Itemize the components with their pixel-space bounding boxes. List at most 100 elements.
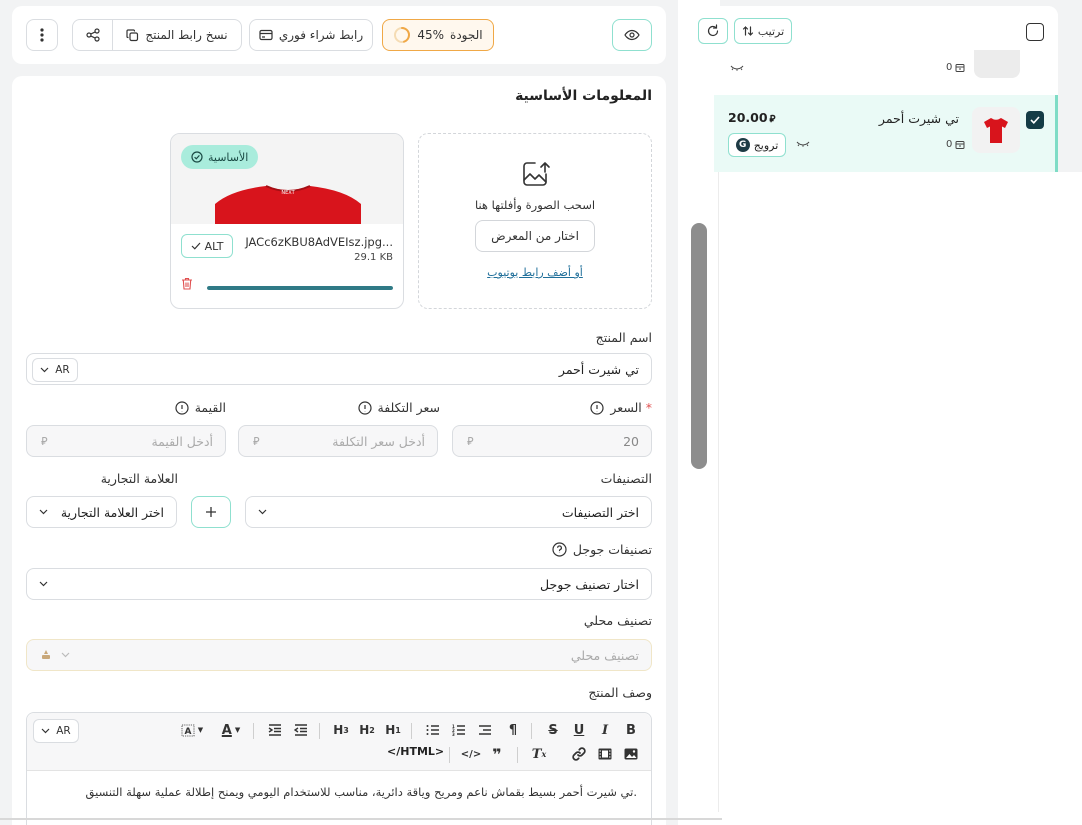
brand-select[interactable]: اختر العلامة التجارية: [26, 496, 177, 528]
stock-count: 0: [946, 62, 965, 73]
help-icon[interactable]: [552, 542, 567, 557]
product-list-panel: ترتيب 0 تي شيرت أحمر 20.00 ⃁ 0 G ترويج: [686, 6, 1058, 172]
svg-text:NEXT: NEXT: [281, 190, 295, 196]
alt-text-button[interactable]: ALT: [181, 234, 233, 258]
bullet-list-icon[interactable]: [423, 721, 443, 739]
delete-image-icon[interactable]: [181, 277, 193, 290]
basic-info-card: المعلومات الأساسية اسحب الصورة وأفلتها ه…: [12, 76, 666, 825]
google-icon: G: [735, 138, 750, 152]
link-icon[interactable]: [569, 745, 589, 763]
heading-1-button[interactable]: H1: [383, 721, 403, 739]
image-dropzone[interactable]: اسحب الصورة وأفلتها هنا اختار من المعرض …: [418, 133, 652, 309]
brand-label: العلامة التجارية: [100, 471, 178, 486]
sort-button[interactable]: ترتيب: [734, 18, 792, 44]
check-icon: [191, 242, 201, 250]
more-options-button[interactable]: [26, 19, 58, 51]
highlight-color-button[interactable]: A ▼: [177, 721, 207, 739]
worth-placeholder: أدخل القيمة: [151, 433, 213, 449]
currency-icon: ⃁: [41, 435, 48, 448]
alt-label: ALT: [204, 239, 224, 253]
cost-price-label: سعر التكلفة: [357, 400, 440, 415]
heading-3-button[interactable]: H3: [331, 721, 351, 739]
text-color-button[interactable]: A ▼: [217, 721, 245, 739]
price-value: 20: [623, 433, 639, 449]
heading-2-button[interactable]: H2: [357, 721, 377, 739]
worth-label: القيمة: [175, 400, 226, 415]
lang-label: AR: [56, 725, 71, 737]
more-vertical-icon: [40, 28, 44, 42]
copy-product-link-button[interactable]: نسخ رابط المنتج: [113, 20, 241, 50]
add-category-button[interactable]: [191, 496, 231, 528]
sort-arrows-icon: [742, 25, 754, 37]
list-empty-area: [720, 172, 1082, 825]
quote-icon[interactable]: ❞: [487, 745, 507, 764]
add-youtube-link[interactable]: أو أضف رابط يوتيوب: [419, 266, 651, 279]
cost-price-placeholder: أدخل سعر التكلفة: [332, 433, 425, 449]
strikethrough-button[interactable]: S: [543, 721, 563, 739]
select-all-checkbox[interactable]: [1026, 23, 1044, 41]
product-editor: نسخ رابط المنتج رابط شراء فوري 45% الجود…: [0, 0, 678, 825]
currency-icon: ⃁: [769, 114, 776, 125]
product-name-input[interactable]: AR تي شيرت أحمر: [26, 353, 652, 385]
count-value: 0: [946, 139, 953, 150]
description-lang-select[interactable]: AR: [33, 719, 79, 743]
outdent-icon[interactable]: [291, 721, 311, 739]
quality-ring-icon: [393, 26, 411, 44]
indent-icon[interactable]: [265, 721, 285, 739]
main-badge-label: الأساسية: [208, 150, 249, 164]
refresh-button[interactable]: [698, 18, 728, 44]
product-name-lang-select[interactable]: AR: [32, 358, 78, 382]
info-icon[interactable]: [357, 400, 372, 415]
worth-input[interactable]: ⃁ أدخل القيمة: [26, 425, 226, 457]
box-icon: [955, 63, 965, 73]
rtl-paragraph-icon[interactable]: ¶: [503, 721, 523, 739]
code-icon[interactable]: </>: [461, 745, 481, 763]
preview-button[interactable]: [612, 19, 652, 51]
google-category-select[interactable]: اختار تصنيف جوجل: [26, 568, 652, 600]
svg-text:3: 3: [452, 732, 455, 736]
instant-buy-link-button[interactable]: رابط شراء فوري: [249, 19, 373, 51]
list-item-selected[interactable]: تي شيرت أحمر 20.00 ⃁ 0 G ترويج: [714, 95, 1058, 172]
ordered-list-icon[interactable]: 123: [449, 721, 469, 739]
chevron-down-icon: [61, 652, 70, 658]
categories-value: اختر التصنيفات: [561, 504, 639, 520]
highlight-icon: A: [181, 724, 195, 737]
price-input[interactable]: ⃁ 20: [452, 425, 652, 457]
share-button[interactable]: [73, 20, 113, 50]
italic-button[interactable]: I: [595, 721, 615, 739]
clear-format-button[interactable]: Tx: [529, 745, 549, 763]
copy-icon: [126, 28, 139, 42]
quality-indicator-button[interactable]: 45% الجودة: [382, 19, 494, 51]
hidden-eye-icon[interactable]: [796, 140, 810, 148]
video-insert-icon[interactable]: [595, 745, 615, 763]
categories-select[interactable]: اختر التصنيفات: [245, 496, 652, 528]
hidden-eye-icon[interactable]: [730, 64, 744, 72]
product-image-preview[interactable]: NEXT الأساسية: [171, 134, 403, 224]
item-checkbox-checked[interactable]: [1026, 111, 1044, 129]
description-text[interactable]: تي شيرت أحمر بسيط بقماش ناعم ومريح وياقة…: [86, 785, 637, 799]
upload-progress-bar: [207, 286, 393, 290]
scrollbar-thumb[interactable]: [691, 223, 707, 469]
cost-price-input[interactable]: ⃁ أدخل سعر التكلفة: [238, 425, 438, 457]
underline-button[interactable]: U: [569, 721, 589, 739]
section-title: المعلومات الأساسية: [515, 88, 652, 104]
promote-button[interactable]: G ترويج: [728, 133, 786, 157]
info-icon[interactable]: [175, 400, 189, 415]
google-categories-label-text: تصنيفات جوجل: [572, 542, 652, 557]
share-icon: [85, 28, 100, 42]
svg-text:A: A: [184, 727, 191, 737]
product-thumbnail: [974, 50, 1020, 78]
info-icon[interactable]: [590, 400, 604, 415]
choose-from-gallery-button[interactable]: اختار من المعرض: [475, 220, 595, 252]
currency-icon: ⃁: [467, 435, 474, 448]
drag-drop-text: اسحب الصورة وأفلتها هنا: [474, 198, 596, 212]
image-insert-icon[interactable]: [621, 745, 641, 763]
align-right-icon[interactable]: [475, 721, 495, 739]
divider: [718, 172, 719, 812]
currency-icon: ⃁: [253, 435, 260, 448]
list-item[interactable]: 0: [714, 50, 1058, 94]
description-label: وصف المنتج: [588, 685, 652, 700]
local-category-select[interactable]: تصنيف محلي: [26, 639, 652, 671]
html-source-button[interactable]: </HTML>: [387, 745, 444, 758]
bold-button[interactable]: B: [621, 721, 641, 739]
